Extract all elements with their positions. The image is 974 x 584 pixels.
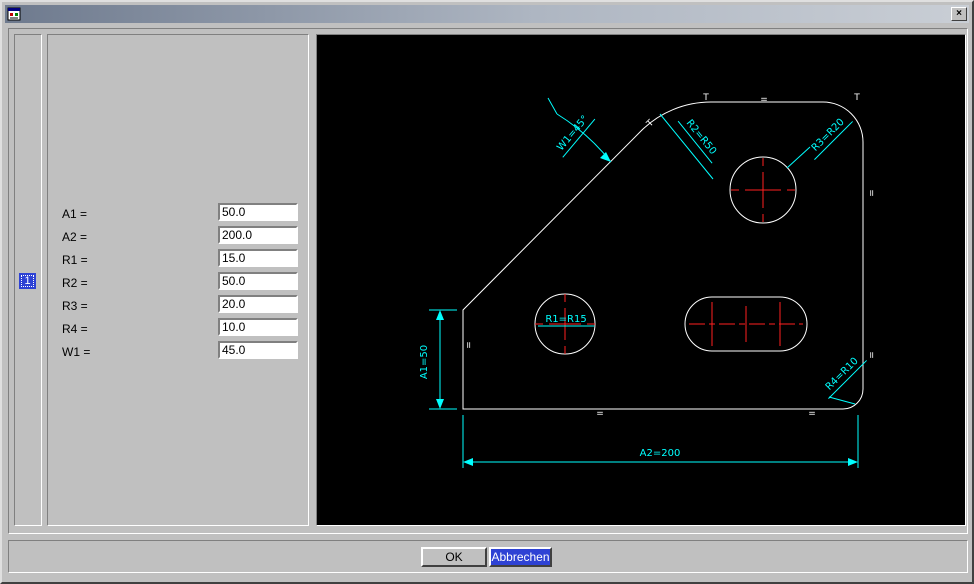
dim-w1: W1=45° <box>555 114 591 154</box>
button-bar: OK Abbrechen <box>8 540 968 573</box>
w1-input[interactable] <box>218 341 298 359</box>
param-row-r4: R4 = <box>48 318 308 341</box>
close-button[interactable]: × <box>951 7 967 21</box>
param-row-a1: A1 = <box>48 203 308 226</box>
equal-glyph: = <box>808 409 816 419</box>
dim-a2: A2=200 <box>640 448 681 459</box>
r3-label: R3 = <box>62 299 88 313</box>
dim-r2: R2=R50 <box>684 118 719 157</box>
page-selector-panel: 1 <box>14 34 42 526</box>
param-row-r1: R1 = <box>48 249 308 272</box>
param-row-r2: R2 = <box>48 272 308 295</box>
parameter-rows: A1 = A2 = R1 = R2 = R3 = <box>48 203 308 364</box>
a1-arrow-bottom <box>436 399 444 409</box>
plate-outline <box>463 102 863 409</box>
r4-label: R4 = <box>62 322 88 336</box>
content-frame: 1 A1 = A2 = R1 = R2 = <box>8 28 968 534</box>
param-row-a2: A2 = <box>48 226 308 249</box>
page-tab-1[interactable]: 1 <box>19 273 36 289</box>
param-row-r3: R3 = <box>48 295 308 318</box>
w1-arrow <box>600 152 611 162</box>
equal-glyph: = <box>463 341 473 349</box>
app-icon <box>7 7 21 21</box>
equal-glyph: = <box>866 351 876 359</box>
dim-a1: A1=50 <box>419 345 430 379</box>
a1-arrow-top <box>436 310 444 320</box>
dim-r1: R1=R15 <box>545 314 586 325</box>
a2-arrow-right <box>848 458 858 466</box>
dimension-text-group: A1=50 A2=200 W1=45° R2=R50 R3=R20 R1=R15… <box>419 114 861 466</box>
cancel-button[interactable]: Abbrechen <box>489 547 552 567</box>
a1-label: A1 = <box>62 207 87 221</box>
part-outline-group <box>463 102 863 409</box>
ok-button[interactable]: OK <box>421 547 487 567</box>
preview-panel: A1=50 A2=200 W1=45° R2=R50 R3=R20 R1=R15… <box>316 34 966 526</box>
param-row-w1: W1 = <box>48 341 308 364</box>
a2-label: A2 = <box>62 230 87 244</box>
cad-preview-drawing: A1=50 A2=200 W1=45° R2=R50 R3=R20 R1=R15… <box>317 35 965 525</box>
w1-label: W1 = <box>62 345 90 359</box>
tangent-glyph: T <box>853 93 860 103</box>
a2-input[interactable] <box>218 226 298 244</box>
tangent-glyph: T <box>702 93 709 103</box>
dim-r3: R3=R20 <box>810 117 847 154</box>
dim-r4: R4=R10 <box>824 356 861 393</box>
close-icon: × <box>956 9 962 19</box>
r2-input[interactable] <box>218 272 298 290</box>
r2-label: R2 = <box>62 276 88 290</box>
equal-glyph: = <box>596 409 604 419</box>
r1-label: R1 = <box>62 253 88 267</box>
dialog-window: × 1 A1 = A2 = R1 = R2 <box>0 0 974 584</box>
equal-glyph: = <box>760 95 768 105</box>
equal-glyph: = <box>866 189 876 197</box>
titlebar: × <box>5 5 969 23</box>
r4-input[interactable] <box>218 318 298 336</box>
a1-input[interactable] <box>218 203 298 221</box>
a2-arrow-left <box>463 458 473 466</box>
parameter-form-panel: A1 = A2 = R1 = R2 = R3 = <box>47 34 309 526</box>
r3-input[interactable] <box>218 295 298 313</box>
dimension-lines-group <box>429 98 867 468</box>
r1-input[interactable] <box>218 249 298 267</box>
